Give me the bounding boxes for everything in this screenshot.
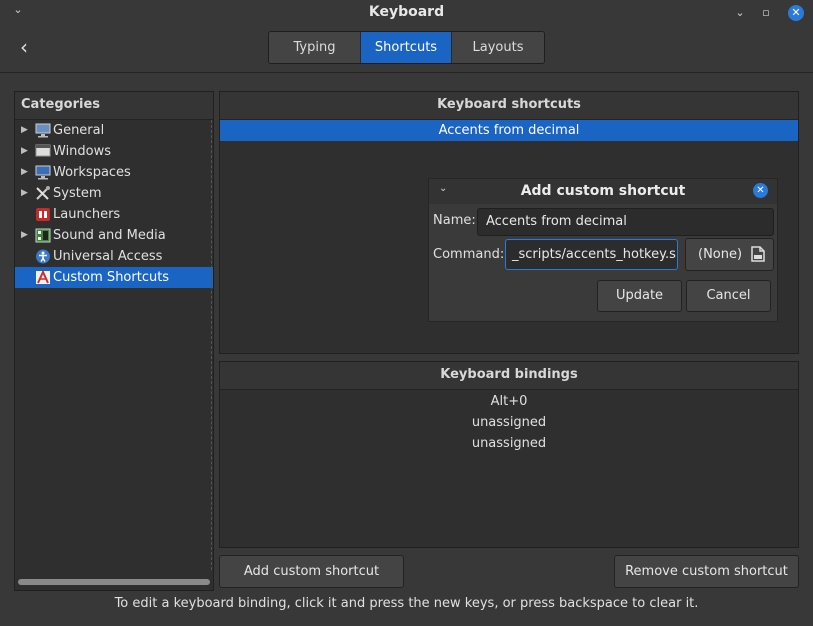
categories-heading: Categories (15, 92, 213, 120)
binding-row[interactable]: Alt+0 (220, 391, 798, 412)
cancel-button[interactable]: Cancel (686, 280, 771, 312)
name-field[interactable]: Accents from decimal (477, 208, 774, 236)
binding-row[interactable]: unassigned (220, 412, 798, 433)
monitor-icon (35, 123, 51, 138)
category-item-universal-access[interactable]: Universal Access (15, 246, 213, 267)
command-label: Command: (433, 247, 505, 262)
category-label: Windows (53, 144, 112, 159)
shortcut-row[interactable]: Accents from decimal (220, 120, 798, 141)
category-label: Custom Shortcuts (53, 270, 170, 285)
dialog-close-icon[interactable]: ✕ (753, 183, 768, 198)
add-custom-shortcut-dialog: Add custom shortcut ⌄ ✕ Name: Accents fr… (428, 178, 778, 322)
custom-shortcuts-icon (36, 270, 50, 284)
launchers-icon (36, 208, 50, 221)
category-label: Sound and Media (53, 228, 166, 243)
name-label: Name: (433, 213, 476, 228)
category-label: General (53, 123, 105, 138)
category-item-system[interactable]: ▶ System (15, 183, 213, 204)
add-custom-shortcut-button[interactable]: Add custom shortcut (219, 555, 404, 588)
tab-bar: Typing Shortcuts Layouts (268, 31, 545, 64)
workspaces-icon (35, 165, 51, 180)
category-label: Workspaces (53, 165, 131, 180)
expand-arrow-icon[interactable]: ▶ (21, 225, 31, 246)
expand-arrow-icon[interactable]: ▶ (21, 141, 31, 162)
dialog-menu-icon[interactable]: ⌄ (439, 183, 447, 194)
category-item-sound-and-media[interactable]: ▶ Sound and Media (15, 225, 213, 246)
expand-arrow-icon[interactable]: ▶ (21, 162, 31, 183)
minimize-icon[interactable]: ⌄ (732, 5, 748, 21)
accessibility-icon (36, 249, 50, 264)
category-item-windows[interactable]: ▶ Windows (15, 141, 213, 162)
category-label: Launchers (53, 207, 121, 222)
back-button[interactable]: ‹ (12, 36, 36, 60)
tab-layouts[interactable]: Layouts (452, 32, 544, 63)
category-label: Universal Access (53, 249, 163, 264)
command-file-chooser-button[interactable]: (None) (685, 238, 774, 271)
dialog-title: Add custom shortcut (429, 179, 777, 204)
tools-icon (36, 186, 50, 200)
expand-arrow-icon[interactable]: ▶ (21, 183, 31, 204)
keyboard-bindings-heading: Keyboard bindings (220, 362, 798, 390)
maximize-icon[interactable]: ▫ (758, 5, 774, 21)
window-title: Keyboard (368, 4, 445, 20)
expand-arrow-icon[interactable]: ▶ (21, 120, 31, 141)
header-divider (0, 72, 813, 73)
category-item-workspaces[interactable]: ▶ Workspaces (15, 162, 213, 183)
binding-row[interactable]: unassigned (220, 433, 798, 454)
file-chooser-label: (None) (698, 247, 743, 262)
category-item-custom-shortcuts[interactable]: Custom Shortcuts (15, 267, 213, 288)
windows-icon (35, 144, 51, 157)
document-icon (751, 246, 765, 262)
footer-hint: To edit a keyboard binding, click it and… (114, 596, 699, 611)
list-divider (211, 120, 212, 570)
command-value: scripts/accents_hotkey.sh (518, 247, 678, 262)
tab-typing[interactable]: Typing (269, 32, 361, 63)
keyboard-bindings-panel: Keyboard bindings Alt+0 unassigned unass… (219, 361, 799, 548)
remove-custom-shortcut-button[interactable]: Remove custom shortcut (614, 555, 799, 588)
horizontal-scrollbar[interactable] (18, 579, 210, 585)
categories-list: ▶ General ▶ Windows ▶ Workspaces ▶ Syste… (15, 120, 213, 288)
command-field[interactable]: _scripts/accents_hotkey.sh| (505, 239, 678, 270)
categories-panel: Categories ▶ General ▶ Windows ▶ Workspa… (14, 91, 214, 591)
media-icon (35, 228, 51, 243)
keyboard-shortcuts-heading: Keyboard shortcuts (220, 92, 798, 120)
tab-shortcuts[interactable]: Shortcuts (361, 32, 452, 63)
category-label: System (53, 186, 102, 201)
update-button[interactable]: Update (597, 280, 682, 312)
close-icon[interactable]: ✕ (788, 5, 804, 21)
category-item-launchers[interactable]: Launchers (15, 204, 213, 225)
category-item-general[interactable]: ▶ General (15, 120, 213, 141)
